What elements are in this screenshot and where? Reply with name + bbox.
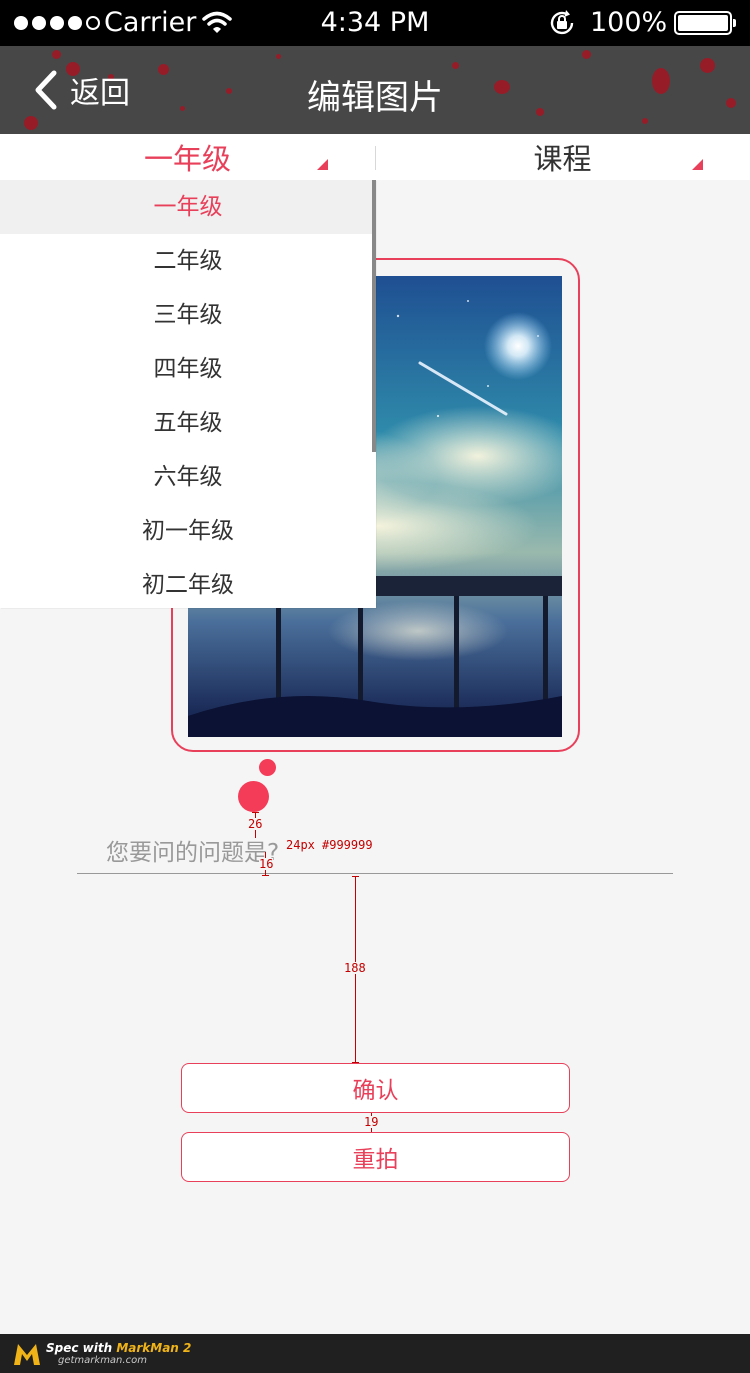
dropdown-item[interactable]: 初二年级	[0, 558, 376, 612]
dropdown-item[interactable]: 六年级	[0, 450, 376, 504]
spec-cap	[352, 1062, 359, 1063]
dropdown-item[interactable]: 二年级	[0, 234, 376, 288]
question-input[interactable]: 您要问的问题是?	[106, 833, 279, 867]
spec-color-note: #999999	[322, 838, 373, 852]
navigation-bar: 返回 编辑图片	[0, 46, 750, 134]
grade-dropdown: 一年级 二年级 三年级 四年级 五年级 六年级 初一年级 初二年级	[0, 180, 376, 608]
retake-button[interactable]: 重拍	[181, 1132, 570, 1182]
dropdown-item[interactable]: 四年级	[0, 342, 376, 396]
markman-url: getmarkman.com	[58, 1355, 147, 1366]
spec-cap	[262, 875, 269, 876]
dropdown-item[interactable]: 三年级	[0, 288, 376, 342]
grade-filter[interactable]: 一年级	[0, 134, 375, 180]
spec-cap	[252, 812, 259, 813]
filter-divider	[375, 146, 376, 170]
spec-label-19: 19	[364, 1115, 379, 1129]
markman-logo-icon	[14, 1344, 40, 1365]
dropdown-item[interactable]: 五年级	[0, 396, 376, 450]
question-underline	[77, 873, 673, 874]
course-filter-label: 课程	[533, 142, 592, 176]
dropdown-item[interactable]: 初一年级	[0, 504, 376, 558]
status-bar: Carrier 4:34 PM 100%	[0, 0, 750, 46]
grade-filter-label: 一年级	[143, 142, 231, 176]
spec-label-188: 188	[344, 961, 366, 975]
battery-percent: 100%	[590, 7, 668, 38]
markman-footer: Spec with MarkMan 2 getmarkman.com	[0, 1334, 750, 1373]
dropdown-corner-icon	[317, 159, 328, 170]
dropdown-scrollbar[interactable]	[372, 180, 376, 452]
spec-font-note: 24px	[286, 838, 315, 852]
confirm-button[interactable]: 确认	[181, 1063, 570, 1113]
battery-icon	[674, 11, 736, 35]
dropdown-corner-icon	[692, 159, 703, 170]
markman-brand: Spec with MarkMan 2	[46, 1341, 192, 1355]
page-title: 编辑图片	[307, 78, 443, 118]
spec-label-16: 16	[259, 857, 274, 871]
filter-bar: 一年级 课程	[0, 134, 750, 180]
indicator-dot-large	[238, 781, 269, 812]
course-filter[interactable]: 课程	[375, 134, 750, 180]
spec-label-26: 26	[248, 817, 263, 831]
indicator-dot-small	[259, 759, 276, 776]
rotation-lock-icon	[548, 9, 576, 44]
dropdown-item[interactable]: 一年级	[0, 180, 376, 234]
